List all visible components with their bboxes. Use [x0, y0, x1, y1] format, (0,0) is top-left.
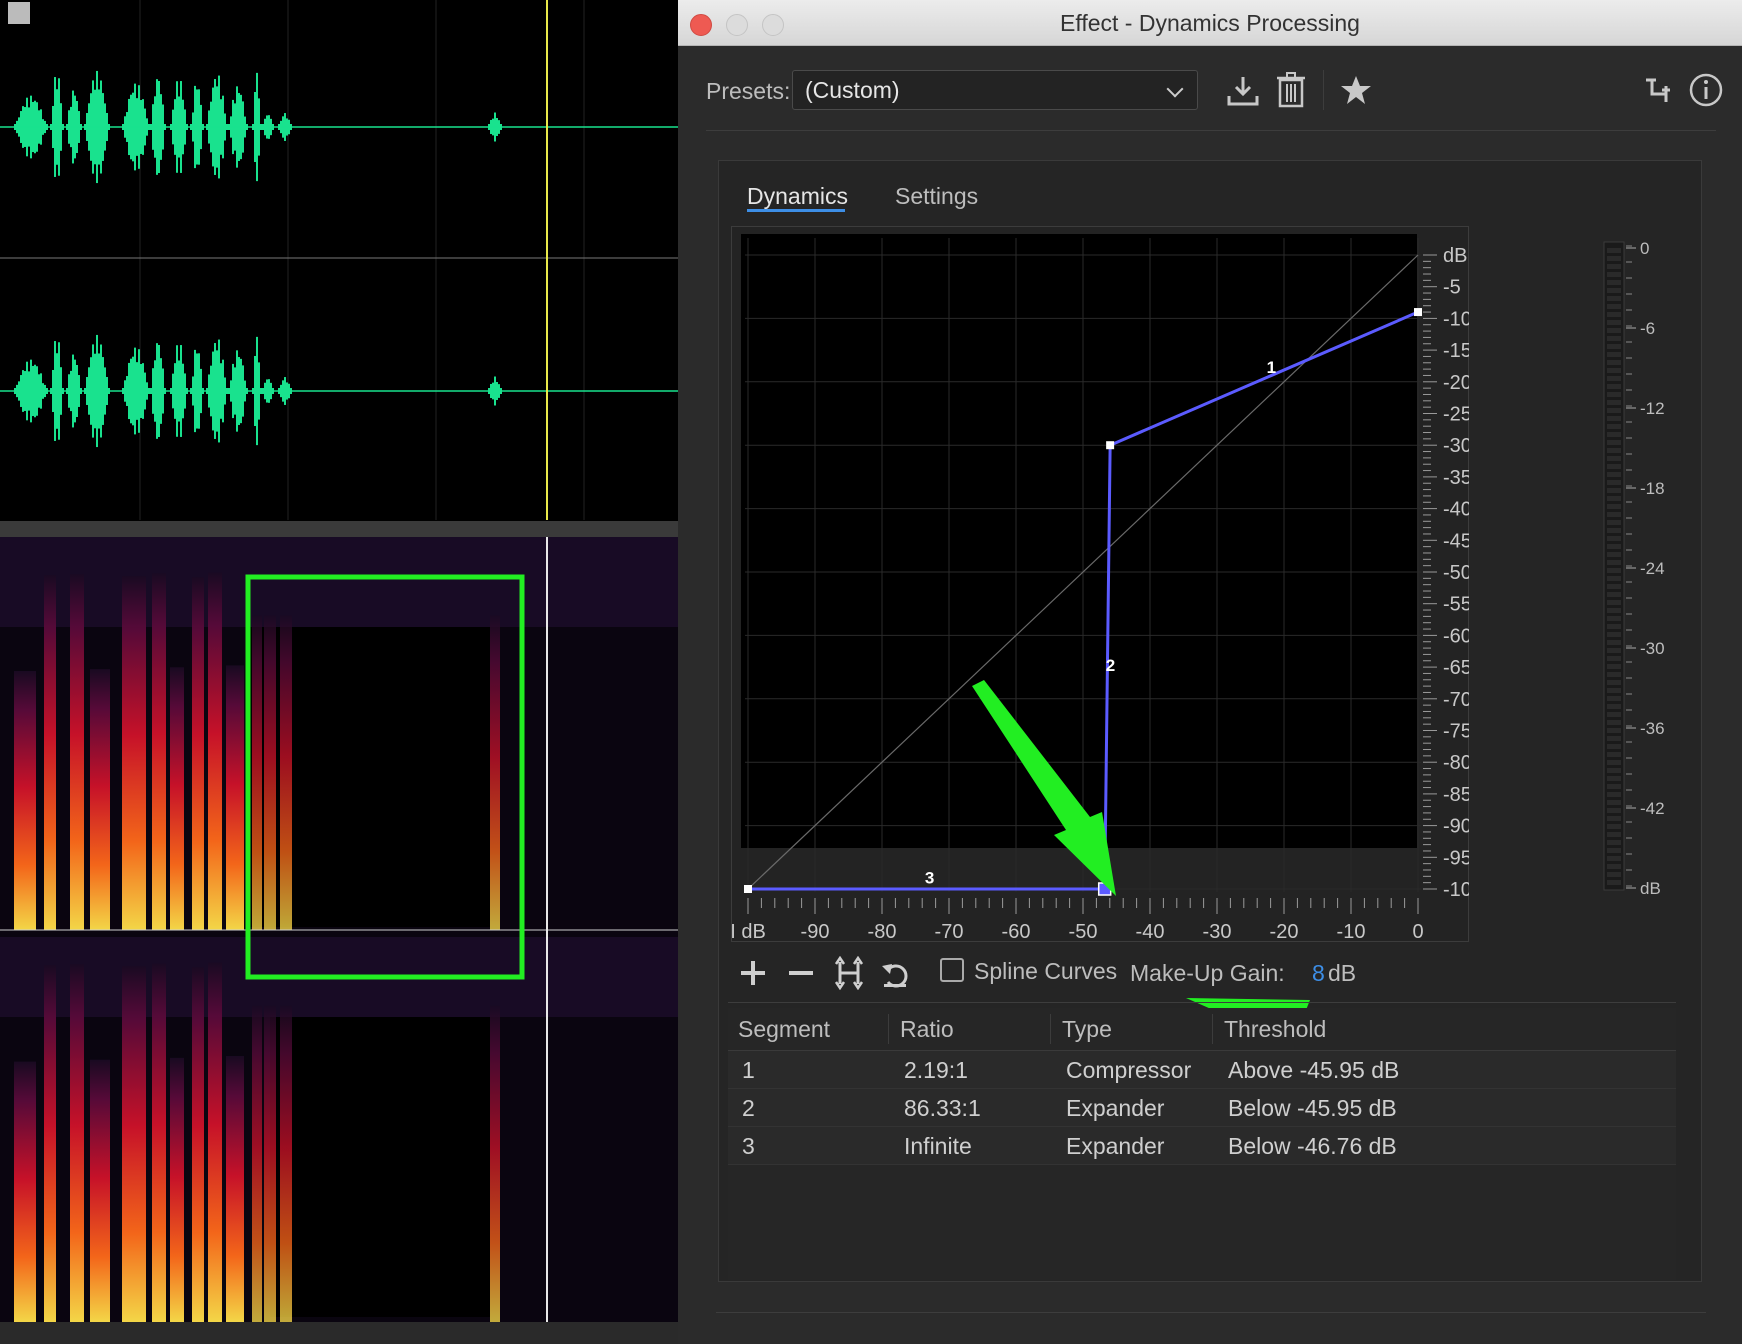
meter-tick-label: -42	[1640, 799, 1665, 818]
cell-ratio: 86.33:1	[904, 1095, 981, 1121]
cell-threshold: Above -45.95 dB	[1228, 1057, 1400, 1083]
meter-tick-label: 0	[1640, 239, 1649, 258]
reset-curve-icon[interactable]	[880, 958, 910, 990]
column-header-ratio[interactable]: Ratio	[900, 1016, 954, 1043]
cell-type: Expander	[1066, 1133, 1165, 1159]
add-point-icon[interactable]	[740, 960, 766, 986]
y-tick-label: -5	[1443, 277, 1461, 299]
cell-segment: 1	[742, 1057, 755, 1083]
save-preset-icon[interactable]	[1226, 74, 1260, 108]
makeup-gain-label: Make-Up Gain:	[1130, 960, 1285, 986]
y-tick-label: dB O	[1443, 245, 1469, 267]
meter-tick-label: -30	[1640, 639, 1665, 658]
cell-threshold: Below -46.76 dB	[1228, 1133, 1397, 1159]
invert-curve-icon[interactable]	[834, 956, 864, 990]
meter-tick-label: dB	[1640, 879, 1661, 898]
meter-tick-label: -24	[1640, 559, 1665, 578]
cell-type: Compressor	[1066, 1057, 1192, 1083]
makeup-gain-unit: dB	[1328, 960, 1357, 986]
y-tick-label: -10	[1443, 308, 1469, 330]
active-tab-indicator	[747, 209, 845, 212]
y-tick-label: -65	[1443, 657, 1469, 679]
y-tick-label: -15	[1443, 340, 1469, 362]
x-tick-label: -90	[801, 921, 830, 942]
presets-label: Presets:	[706, 78, 791, 104]
routing-icon[interactable]	[1644, 76, 1674, 104]
segment-label: 2	[1106, 656, 1115, 675]
y-tick-label: -50	[1443, 562, 1469, 584]
annotation-arrows	[972, 680, 1468, 1058]
column-header-type[interactable]: Type	[1062, 1016, 1112, 1043]
cell-threshold: Below -45.95 dB	[1228, 1095, 1397, 1121]
remove-point-icon[interactable]	[788, 960, 814, 986]
segments-table: Segment Ratio Type Threshold 1 2.19:1 Co…	[728, 1008, 1676, 1280]
meter-tick-label: -18	[1640, 479, 1665, 498]
corner-toggle-icon[interactable]	[8, 2, 30, 24]
column-header-segment[interactable]: Segment	[738, 1016, 830, 1043]
y-tick-label: -20	[1443, 372, 1469, 394]
curve-control-point[interactable]	[744, 885, 752, 893]
x-tick-label: I dB	[731, 921, 766, 942]
cell-ratio: Infinite	[904, 1133, 972, 1159]
favorite-star-icon[interactable]	[1340, 74, 1372, 106]
cell-segment: 3	[742, 1133, 755, 1159]
column-header-threshold[interactable]: Threshold	[1224, 1016, 1326, 1043]
curve-toolbar: Spline Curves Make-Up Gain: 8 dB	[730, 950, 1680, 994]
cell-segment: 2	[742, 1095, 755, 1121]
y-tick-label: -25	[1443, 404, 1469, 426]
curve-control-point[interactable]	[1414, 308, 1422, 317]
table-row[interactable]: 1 2.19:1 Compressor Above -45.95 dB	[728, 1051, 1676, 1089]
audio-editor-pane[interactable]	[0, 0, 678, 1344]
y-tick-label: -55	[1443, 594, 1469, 616]
tab-dynamics[interactable]: Dynamics	[747, 183, 848, 210]
curve-control-point[interactable]	[1106, 441, 1115, 450]
table-row[interactable]: 2 86.33:1 Expander Below -45.95 dB	[728, 1089, 1676, 1127]
tab-settings[interactable]: Settings	[895, 183, 978, 210]
waveform-spectrogram-view[interactable]	[0, 0, 678, 1344]
presets-bar: Presets: (Custom)	[678, 46, 1742, 134]
arrow-threshold-pointer	[972, 680, 1116, 896]
window-titlebar[interactable]: Effect - Dynamics Processing	[678, 0, 1742, 46]
makeup-gain-value[interactable]: 8	[1312, 960, 1325, 987]
y-tick-label: -40	[1443, 499, 1469, 521]
x-tick-label: -80	[868, 921, 897, 942]
presets-value: (Custom)	[805, 77, 900, 103]
table-row[interactable]: 3 Infinite Expander Below -46.76 dB	[728, 1127, 1676, 1165]
spline-curves-checkbox[interactable]	[940, 958, 964, 982]
delete-preset-icon[interactable]	[1276, 72, 1306, 108]
cell-type: Expander	[1066, 1095, 1165, 1121]
info-icon[interactable]	[1688, 72, 1724, 108]
chevron-down-icon	[1166, 80, 1184, 98]
y-tick-label: -35	[1443, 467, 1469, 489]
window-title: Effect - Dynamics Processing	[1060, 10, 1360, 36]
table-header: Segment Ratio Type Threshold	[728, 1008, 1676, 1051]
meter-tick-label: -12	[1640, 399, 1665, 418]
cell-ratio: 2.19:1	[904, 1057, 968, 1083]
meter-tick-label: -6	[1640, 319, 1655, 338]
y-tick-label: -45	[1443, 530, 1469, 552]
meter-tick-label: -36	[1640, 719, 1665, 738]
presets-dropdown[interactable]: (Custom)	[792, 70, 1198, 110]
spline-curves-label: Spline Curves	[974, 958, 1118, 984]
segment-label: 3	[925, 868, 934, 887]
segment-label: 1	[1267, 358, 1276, 377]
level-meter: 0 -6 -12 -18 -24 -30 -36 -42 dB	[1603, 239, 1665, 898]
y-tick-label: -60	[1443, 625, 1469, 647]
y-tick-label: -30	[1443, 435, 1469, 457]
